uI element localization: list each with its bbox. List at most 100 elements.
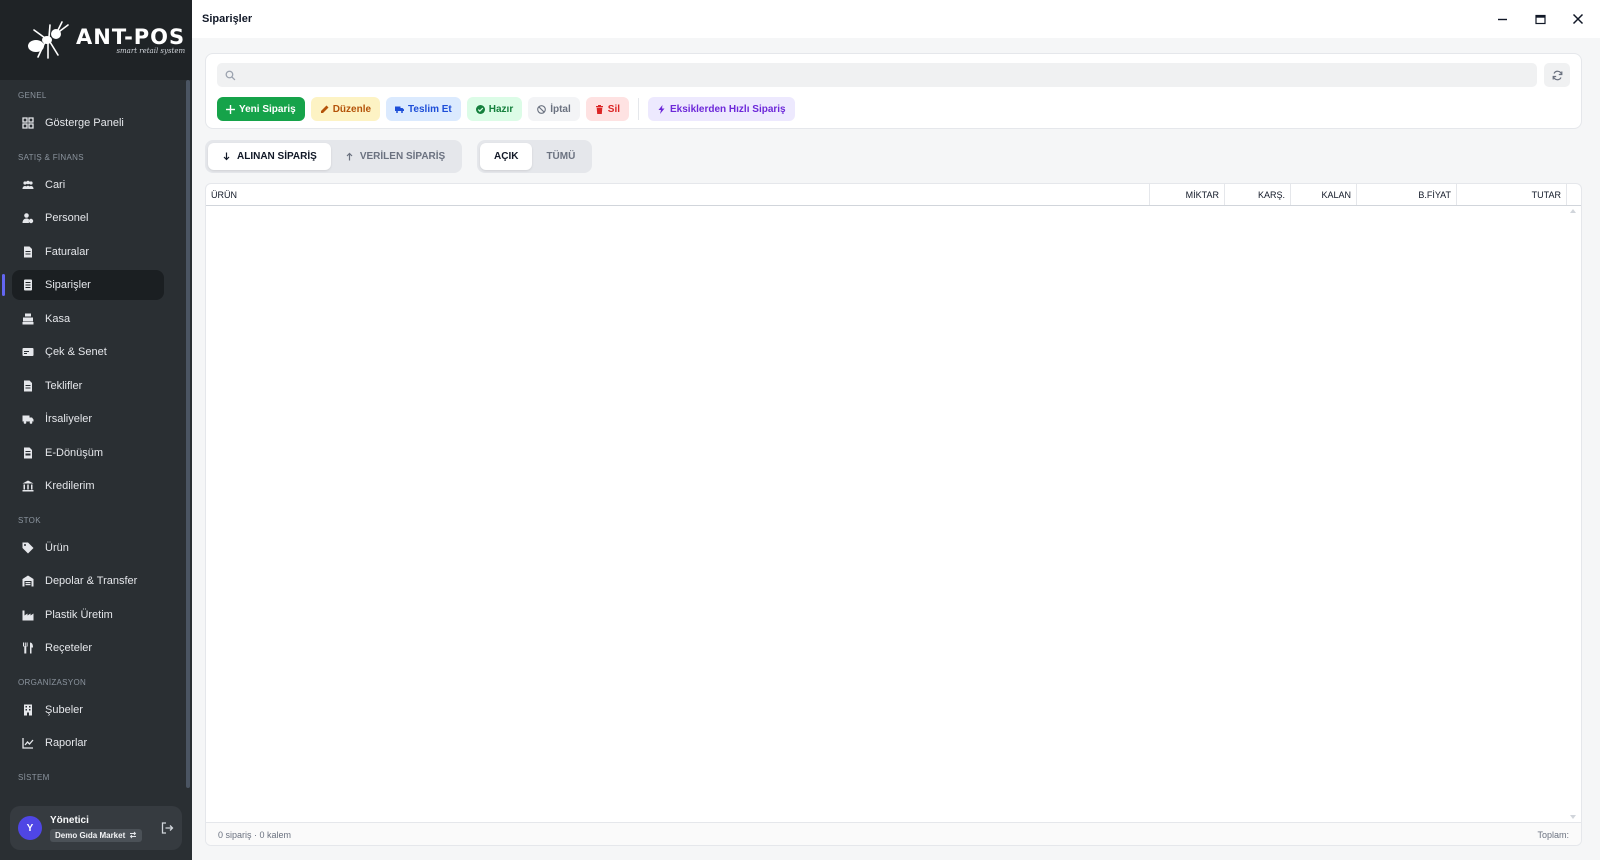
refresh-button[interactable] — [1544, 63, 1570, 87]
deliver-label: Teslim Et — [408, 103, 452, 115]
sidebar: ANT-POS smart retail system GENEL Göster… — [0, 0, 192, 860]
window-titlebar: Siparişler — [192, 0, 1600, 38]
bank-icon — [22, 480, 34, 492]
users-icon — [22, 179, 34, 191]
arrow-down-icon — [223, 152, 230, 161]
plus-icon — [226, 104, 235, 114]
maximize-icon — [1534, 14, 1546, 24]
invoice-icon — [22, 246, 34, 258]
refresh-icon — [1552, 70, 1562, 80]
sidebar-item-personel[interactable]: Personel — [12, 203, 164, 233]
tab-received-orders[interactable]: ALINAN SİPARİŞ — [208, 143, 331, 170]
scroll-down-arrow-icon[interactable] — [1570, 815, 1576, 819]
quick-order-label: Eksiklerden Hızlı Sipariş — [670, 103, 786, 115]
trash-icon — [595, 104, 603, 114]
truck-icon — [395, 106, 405, 113]
column-header-product[interactable]: ÜRÜN — [206, 184, 1150, 205]
sidebar-item-label: Kasa — [45, 312, 71, 325]
cancel-label: İptal — [550, 103, 571, 115]
sidebar-item-subeler[interactable]: Şubeler — [12, 695, 164, 725]
sidebar-item-plastik[interactable]: Plastik Üretim — [12, 600, 164, 630]
tab-given-orders[interactable]: VERİLEN SİPARİŞ — [331, 143, 459, 170]
building-icon — [22, 704, 34, 716]
sidebar-item-urun[interactable]: Ürün — [12, 533, 164, 563]
file-invoice-icon — [22, 447, 34, 459]
ready-button[interactable]: Hazır — [466, 97, 523, 121]
sidebar-item-kredilerim[interactable]: Kredilerim — [12, 471, 164, 501]
search-icon — [225, 70, 236, 80]
sidebar-item-label: Gösterge Paneli — [45, 117, 124, 129]
sidebar-item-cari[interactable]: Cari — [12, 170, 164, 200]
arrow-up-icon — [346, 152, 353, 161]
table-footer: 0 sipariş · 0 kalem Toplam: — [206, 822, 1581, 845]
status-tabs: AÇIK TÜMÜ — [477, 140, 593, 173]
sidebar-item-receteler[interactable]: Reçeteler — [12, 633, 164, 663]
sidebar-item-label: Personel — [45, 212, 89, 224]
sidebar-item-faturalar[interactable]: Faturalar — [12, 237, 164, 267]
column-header-unit-price[interactable]: B.FİYAT — [1357, 184, 1457, 205]
sidebar-item-label: Reçeteler — [45, 642, 93, 654]
section-title-org: ORGANİZASYON — [18, 677, 87, 687]
tab-open-label: AÇIK — [494, 151, 519, 162]
sidebar-item-teklifler[interactable]: Teklifler — [12, 371, 164, 401]
branch-switch-chip[interactable]: Demo Gıda Market — [50, 828, 143, 842]
sidebar-item-label: İrsaliyeler — [45, 413, 93, 425]
column-header-karsilanan[interactable]: KARŞ. — [1225, 184, 1291, 205]
section-title-system: SİSTEM — [18, 772, 50, 781]
order-count-summary: 0 sipariş · 0 kalem — [218, 829, 292, 840]
logout-icon[interactable] — [160, 821, 174, 835]
sidebar-item-label: Ürün — [45, 541, 69, 554]
sidebar-scrollbar[interactable] — [186, 80, 190, 788]
column-header-total[interactable]: TUTAR — [1457, 184, 1567, 205]
sidebar-item-label: Raporlar — [45, 737, 88, 749]
truck-icon — [22, 413, 34, 425]
window-title: Siparişler — [202, 13, 253, 25]
dashboard-grid-icon — [22, 117, 34, 129]
sidebar-item-siparisler[interactable]: Siparişler — [2, 270, 164, 300]
maximize-button[interactable] — [1528, 8, 1552, 30]
new-order-button[interactable]: Yeni Sipariş — [217, 97, 305, 121]
delete-button[interactable]: Sil — [585, 97, 630, 121]
main-content: Siparişler Yeni Sipariş Düzenle Teslim E… — [192, 0, 1600, 860]
user-card[interactable]: Y Yönetici Demo Gıda Market — [10, 806, 182, 850]
deliver-button[interactable]: Teslim Et — [386, 97, 461, 121]
sidebar-item-label: Kredilerim — [45, 480, 95, 492]
window-controls — [1490, 8, 1590, 30]
sidebar-item-cek-senet[interactable]: Çek & Senet — [12, 337, 164, 367]
sidebar-item-depolar[interactable]: Depolar & Transfer — [12, 566, 164, 596]
section-title-general: GENEL — [18, 91, 47, 100]
orders-table: ÜRÜN MİKTAR KARŞ. KALAN B.FİYAT TUTAR 0 … — [205, 183, 1582, 846]
close-button[interactable] — [1566, 8, 1590, 30]
money-check-icon — [22, 346, 34, 358]
column-header-quantity[interactable]: MİKTAR — [1150, 184, 1225, 205]
scroll-up-arrow-icon[interactable] — [1570, 209, 1576, 213]
brand-logo[interactable]: ANT-POS smart retail system — [0, 0, 192, 80]
sidebar-item-dashboard[interactable]: Gösterge Paneli — [12, 108, 164, 138]
user-name: Yönetici — [50, 814, 89, 826]
column-header-remaining[interactable]: KALAN — [1291, 184, 1357, 205]
minimize-button[interactable] — [1490, 8, 1514, 30]
cancel-button[interactable]: İptal — [528, 97, 580, 121]
sidebar-item-raporlar[interactable]: Raporlar — [12, 728, 164, 758]
warehouse-icon — [22, 575, 34, 587]
sidebar-item-label: Şubeler — [45, 703, 83, 716]
table-header: ÜRÜN MİKTAR KARŞ. KALAN B.FİYAT TUTAR — [206, 184, 1581, 206]
tag-icon — [22, 542, 34, 554]
edit-button[interactable]: Düzenle — [310, 97, 381, 121]
ban-icon — [537, 104, 547, 114]
search-box[interactable] — [217, 63, 1537, 87]
sidebar-item-irsaliyeler[interactable]: İrsaliyeler — [12, 404, 164, 434]
sidebar-item-label: Cari — [45, 178, 66, 191]
ant-logo-icon — [28, 21, 69, 59]
quick-order-button[interactable]: Eksiklerden Hızlı Sipariş — [648, 97, 795, 121]
tab-open[interactable]: AÇIK — [480, 143, 533, 170]
sidebar-item-kasa[interactable]: Kasa — [12, 304, 164, 334]
utensils-icon — [22, 642, 34, 654]
industry-icon — [22, 609, 34, 621]
new-order-label: Yeni Sipariş — [239, 103, 296, 115]
file-lines-icon — [22, 380, 34, 392]
search-input[interactable] — [235, 63, 1537, 87]
sidebar-item-label: E-Dönüşüm — [45, 446, 104, 459]
tab-all[interactable]: TÜMÜ — [532, 143, 589, 170]
sidebar-item-e-donusum[interactable]: E-Dönüşüm — [12, 438, 164, 468]
